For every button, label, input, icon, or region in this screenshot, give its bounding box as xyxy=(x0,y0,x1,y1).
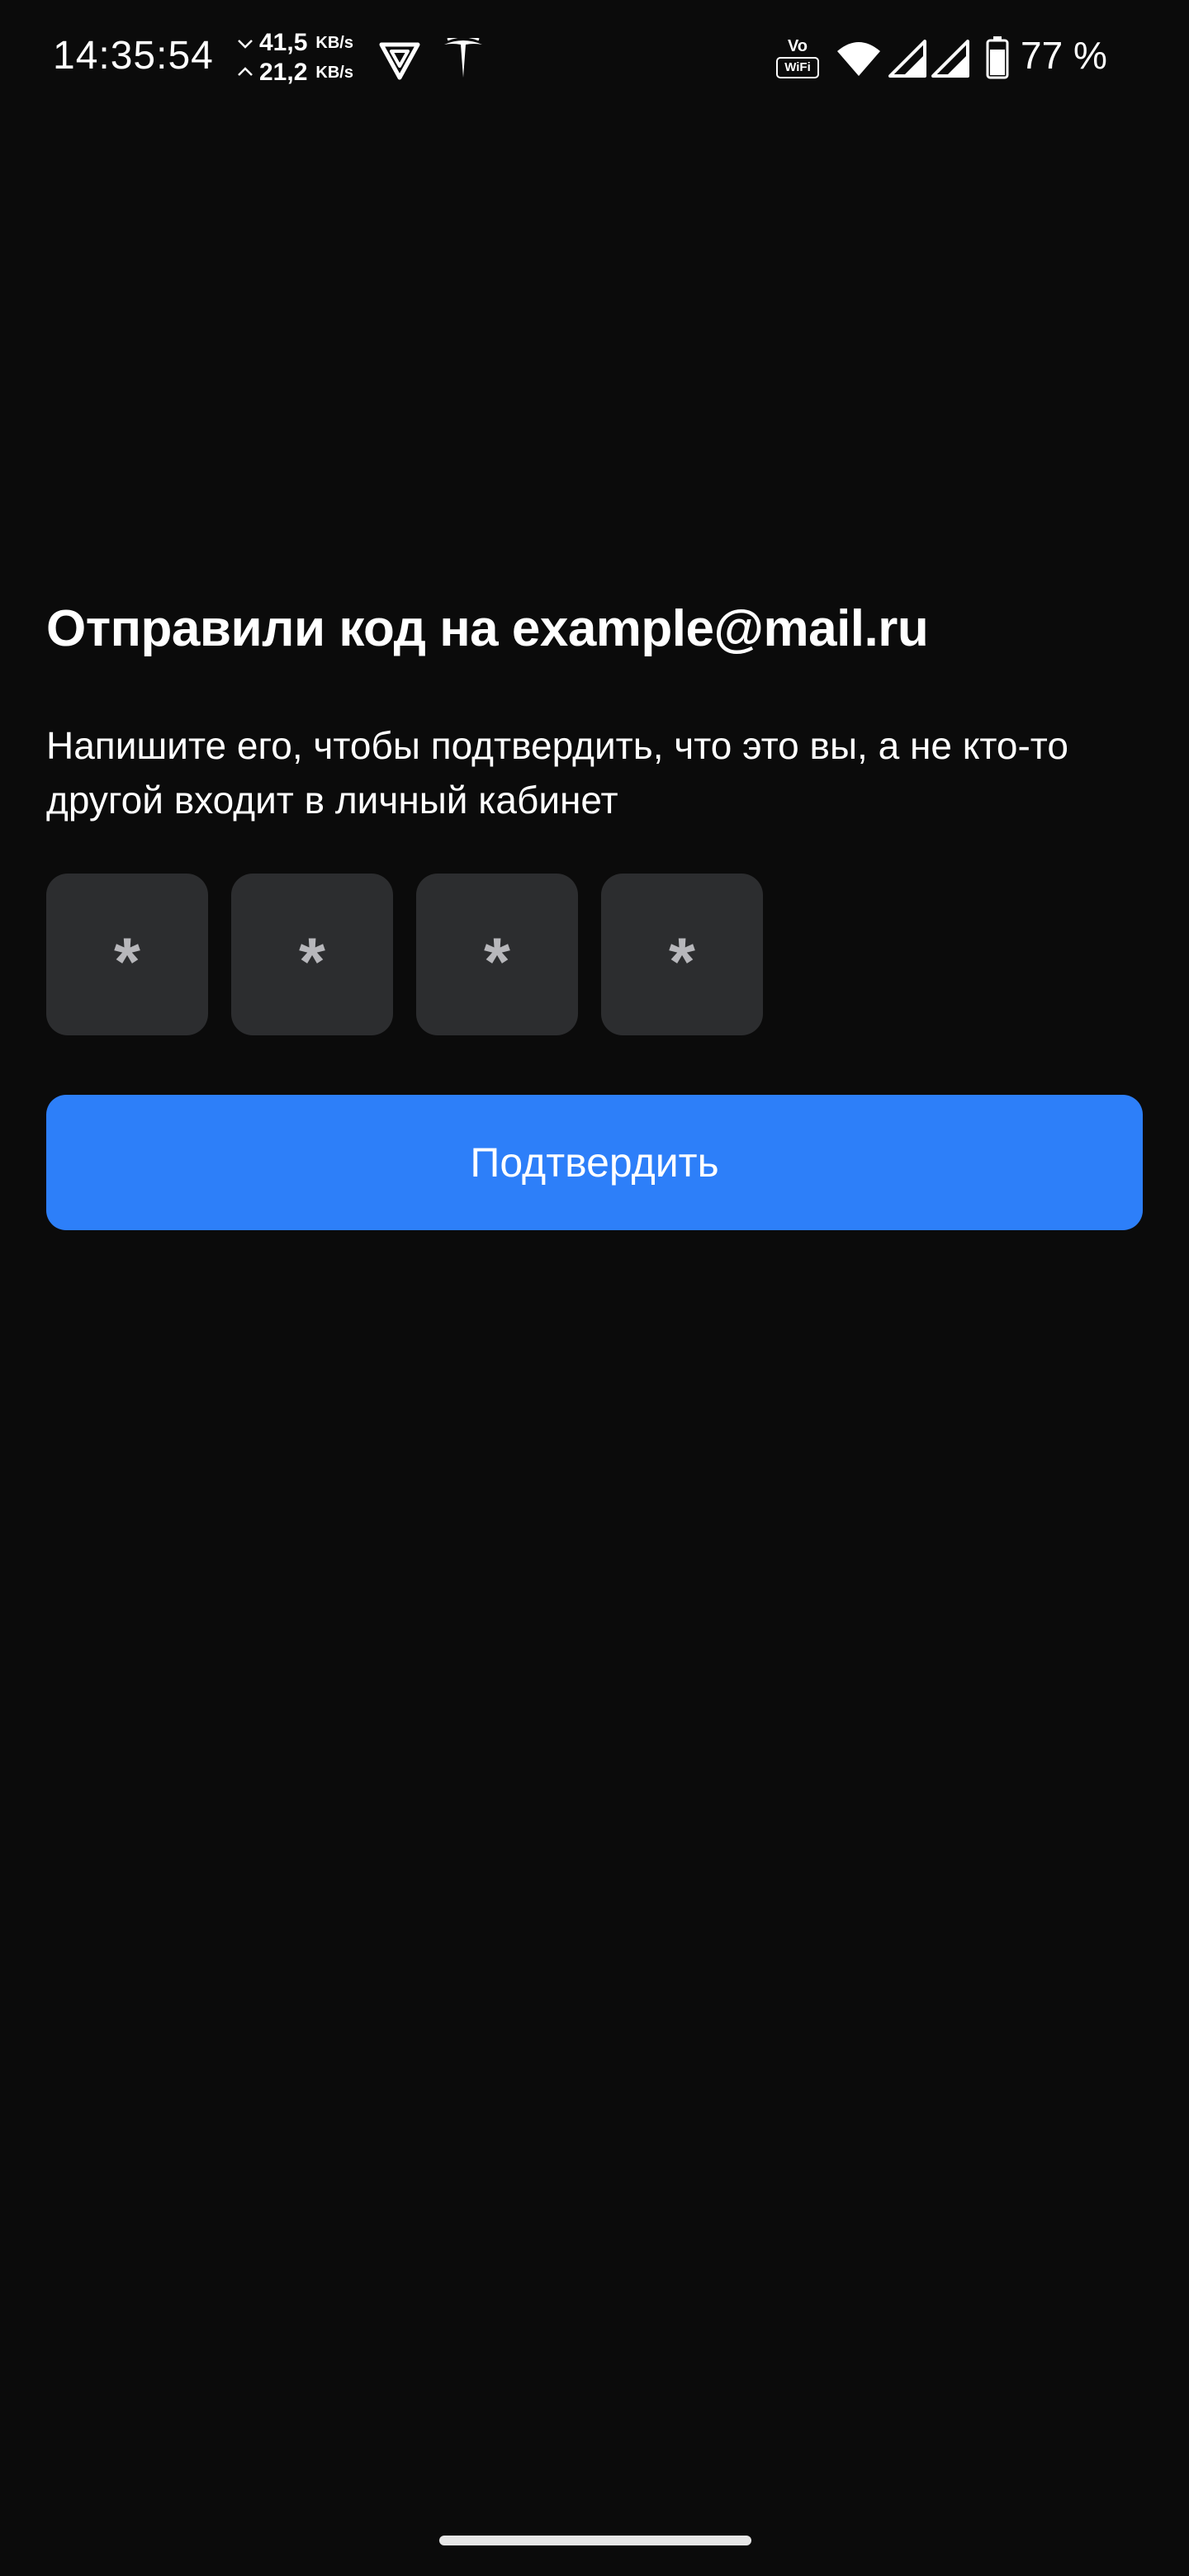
code-digit-mask: * xyxy=(299,925,325,1000)
page-subtitle: Напишите его, чтобы подтвердить, что это… xyxy=(46,724,1068,822)
status-bar: 14:35:54 41,5 KB/s 21,2 KB/s Vo WiFi 77 … xyxy=(0,0,1189,116)
upload-arrow-icon xyxy=(238,67,253,76)
network-speed: 41,5 KB/s 21,2 KB/s xyxy=(236,28,353,88)
download-speed-unit: KB/s xyxy=(315,34,353,52)
upload-speed-unit: KB/s xyxy=(315,64,353,82)
code-digit-mask: * xyxy=(114,925,140,1000)
tesla-logo-icon xyxy=(444,38,482,78)
code-digit-mask: * xyxy=(669,925,695,1000)
signal-icon xyxy=(888,40,926,78)
wifi-icon xyxy=(837,42,880,76)
battery-icon xyxy=(986,36,1009,79)
status-time: 14:35:54 xyxy=(53,34,214,78)
upload-speed: 21,2 xyxy=(259,59,308,86)
confirm-button[interactable]: Подтвердить xyxy=(46,1095,1143,1230)
download-arrow-icon xyxy=(238,40,253,49)
page-title: Отправили код на example@mail.ru xyxy=(46,600,929,657)
home-indicator[interactable] xyxy=(439,2536,751,2545)
code-digit-mask: * xyxy=(484,925,510,1000)
vowifi-label-top: Vo xyxy=(787,37,808,55)
vowifi-label-bottom: WiFi xyxy=(776,57,819,78)
download-speed: 41,5 xyxy=(259,29,308,56)
code-digit-input[interactable]: * xyxy=(231,874,393,1035)
battery-percent: 77 % xyxy=(1021,34,1107,77)
code-digit-input[interactable]: * xyxy=(46,874,208,1035)
code-digit-input[interactable]: * xyxy=(601,874,763,1035)
vowifi-icon: Vo WiFi xyxy=(776,38,819,81)
code-input-group: * * * * xyxy=(46,874,763,1035)
vpn-shield-icon xyxy=(379,42,420,80)
signal-icon xyxy=(931,40,969,78)
code-digit-input[interactable]: * xyxy=(416,874,578,1035)
